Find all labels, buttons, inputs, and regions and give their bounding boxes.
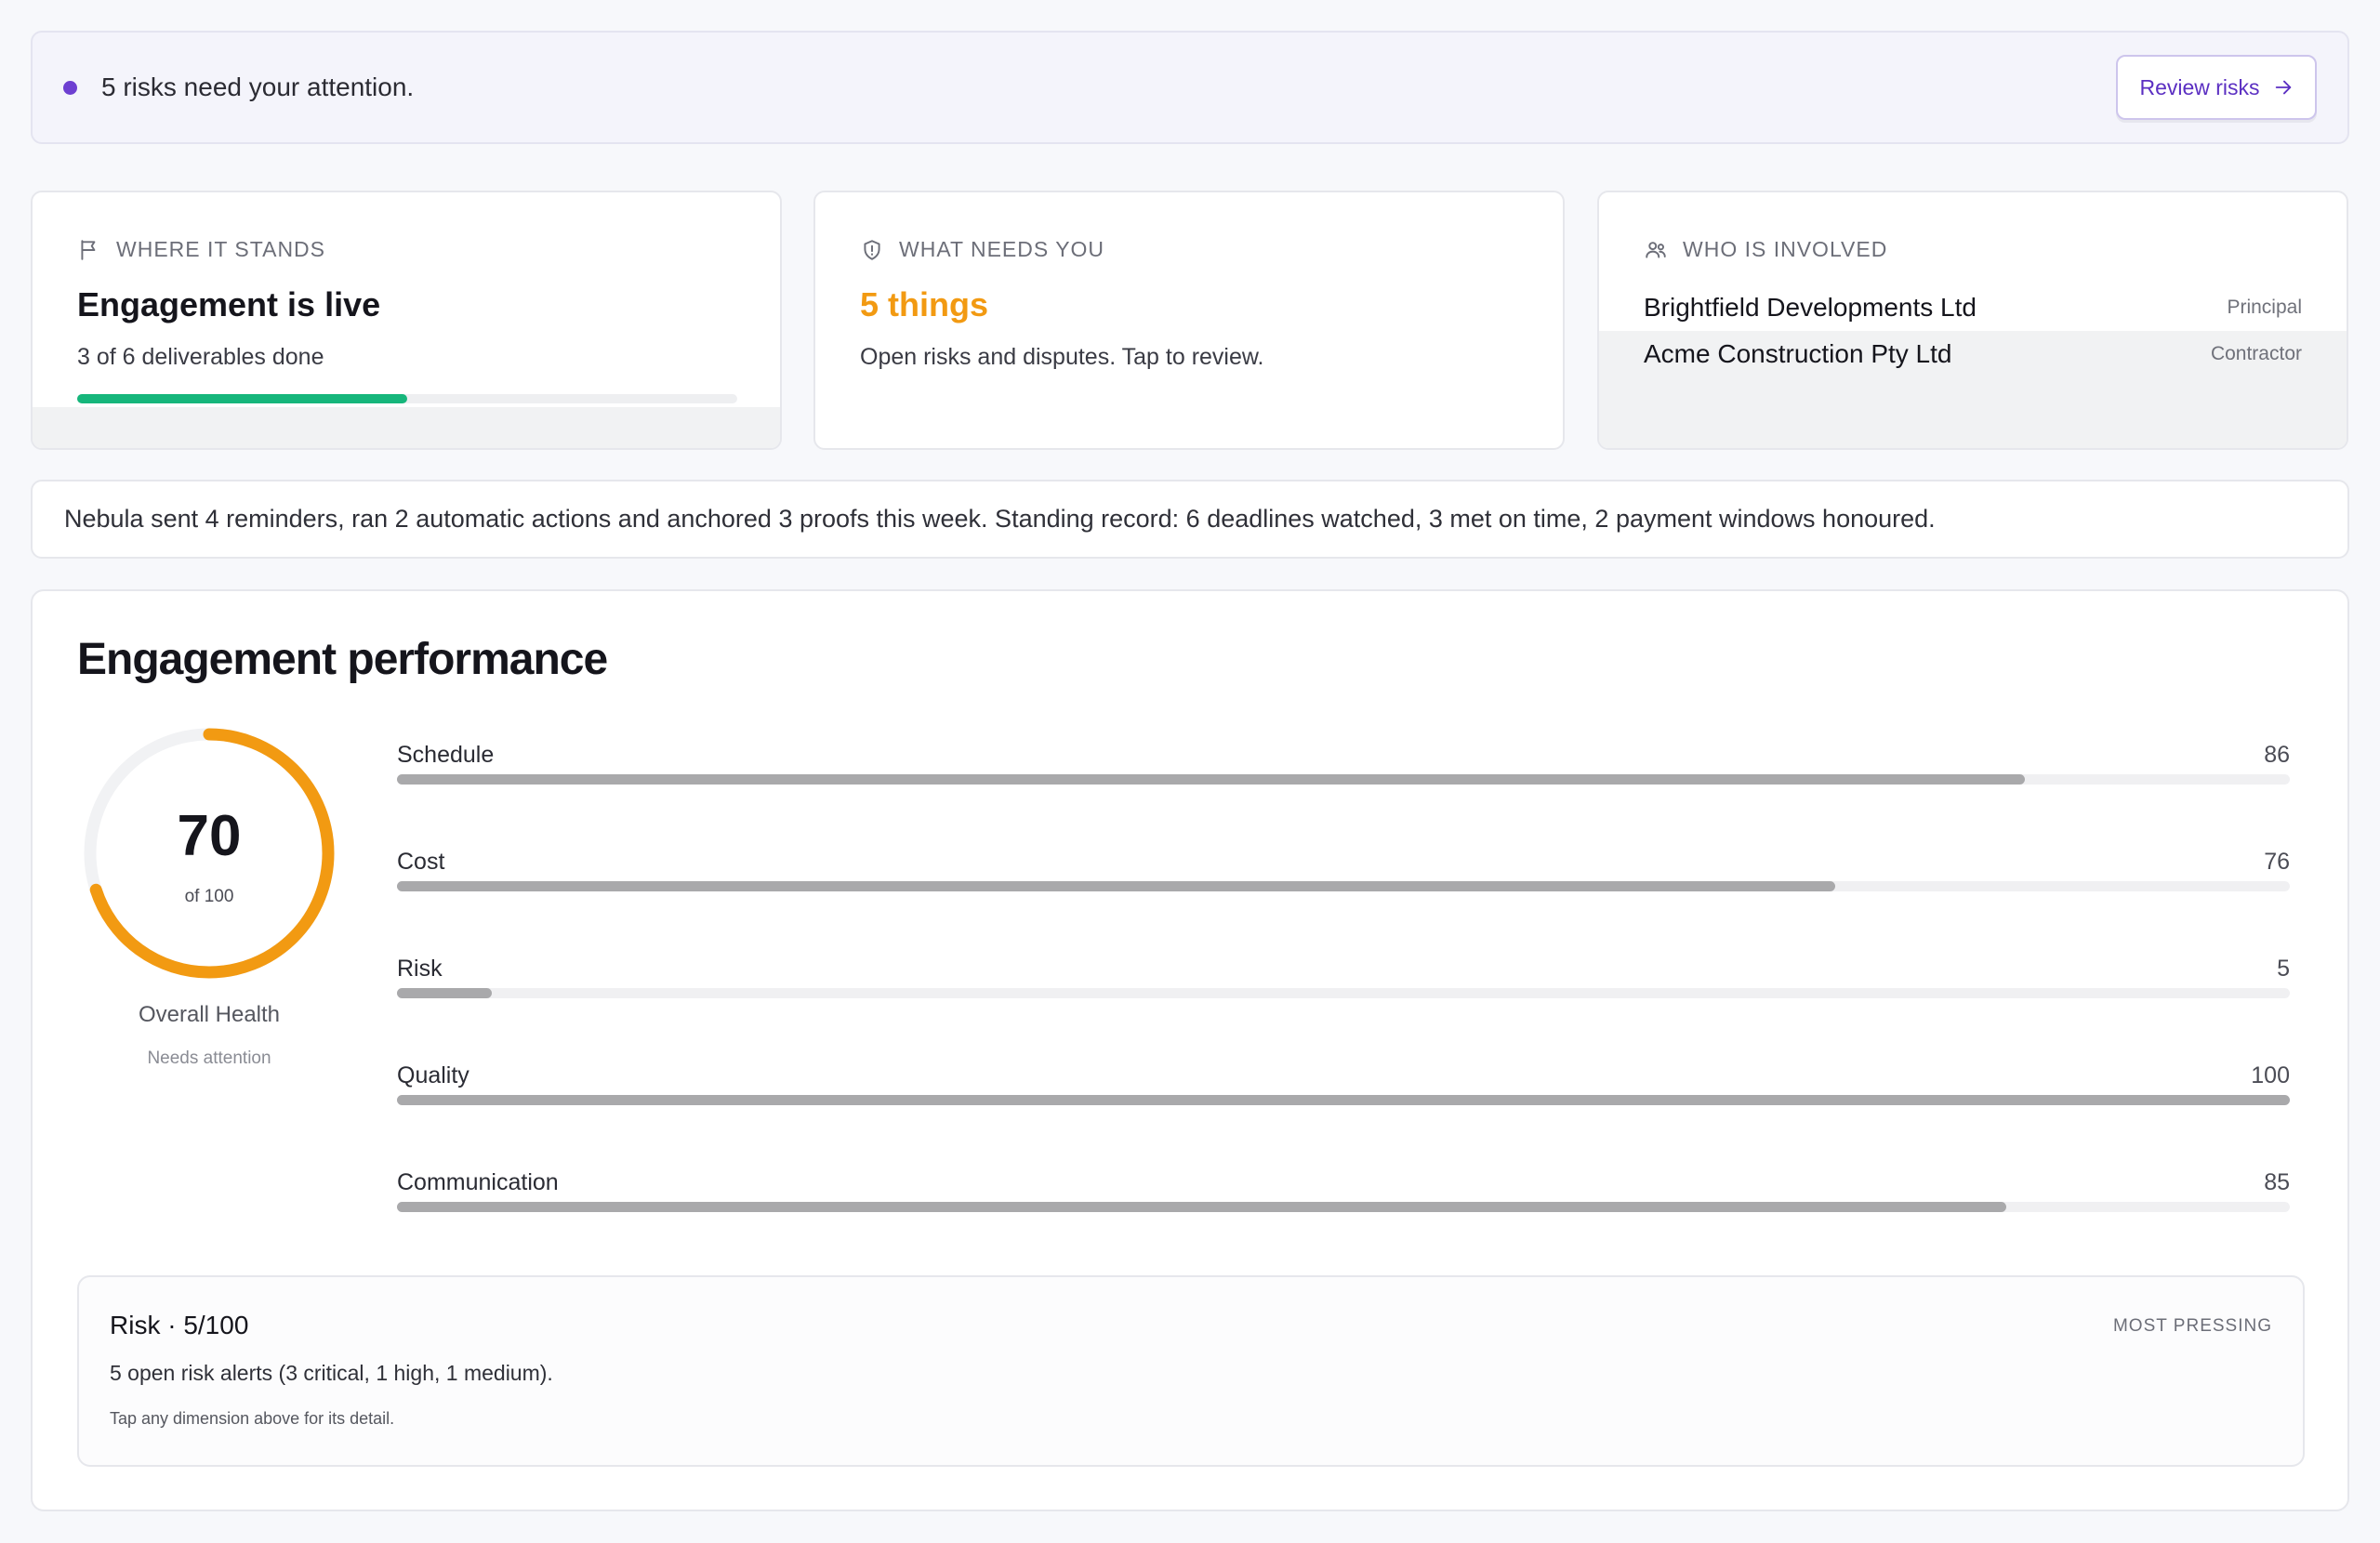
- dimension-label: Cost: [397, 849, 445, 875]
- alert-message: 5 risks need your attention.: [101, 73, 415, 101]
- alert-dot-icon: [63, 80, 77, 95]
- dimension-quality[interactable]: Quality 100: [397, 1062, 2290, 1169]
- review-risks-button[interactable]: Review risks: [2116, 55, 2317, 120]
- dimension-bar-fill: [397, 1202, 2006, 1212]
- party-row-contractor[interactable]: Acme Construction Pty Ltd Contractor: [1599, 331, 2347, 377]
- party-name: Brightfield Developments Ltd: [1644, 293, 1977, 322]
- where-it-stands-card[interactable]: WHERE IT STANDS Engagement is live 3 of …: [31, 191, 782, 450]
- who-is-involved-header: WHO IS INVOLVED: [1644, 237, 1887, 262]
- review-risks-label: Review risks: [2139, 74, 2260, 99]
- party-name: Acme Construction Pty Ltd: [1644, 339, 1952, 368]
- arrow-right-icon: [2275, 80, 2291, 95]
- dimension-score: 5: [2277, 956, 2290, 982]
- activity-summary: Nebula sent 4 reminders, ran 2 automatic…: [31, 480, 2349, 559]
- dashboard-page: 5 risks need your attention. Review risk…: [0, 0, 2380, 1543]
- dimension-bar-fill: [397, 774, 2025, 785]
- who-is-involved-card: WHO IS INVOLVED Brightfield Developments…: [1597, 191, 2348, 450]
- deliverables-progress: [77, 394, 737, 403]
- open-items-hint: Open risks and disputes. Tap to review.: [860, 344, 1264, 370]
- dimension-score: 76: [2264, 849, 2290, 875]
- party-row-principal[interactable]: Brightfield Developments Ltd Principal: [1599, 284, 2347, 331]
- who-is-involved-eyebrow: WHO IS INVOLVED: [1683, 237, 1888, 261]
- dimension-bar: [397, 1202, 2290, 1212]
- dimension-score: 100: [2251, 1062, 2290, 1088]
- dimension-cost[interactable]: Cost 76: [397, 849, 2290, 956]
- overall-score: 70: [177, 804, 242, 868]
- dimension-score: 86: [2264, 742, 2290, 768]
- engagement-status: Engagement is live: [77, 285, 381, 323]
- open-items-count: 5 things: [860, 285, 989, 323]
- dimension-schedule[interactable]: Schedule 86: [397, 742, 2290, 849]
- dimension-label: Communication: [397, 1169, 559, 1195]
- most-pressing-card[interactable]: Risk · 5/100 MOST PRESSING 5 open risk a…: [77, 1275, 2305, 1467]
- what-needs-you-header: WHAT NEEDS YOU: [860, 237, 1104, 262]
- dimension-bar-fill: [397, 881, 1836, 891]
- dimension-bar: [397, 774, 2290, 785]
- party-list: Brightfield Developments Ltd Principal A…: [1599, 284, 2347, 377]
- dimension-bar-fill: [397, 1095, 2290, 1105]
- dimension-bar: [397, 1095, 2290, 1105]
- what-needs-you-eyebrow: WHAT NEEDS YOU: [899, 237, 1105, 261]
- dimension-bar-fill: [397, 988, 492, 998]
- card-footer: [1599, 377, 2347, 448]
- where-it-stands-eyebrow: WHERE IT STANDS: [116, 237, 325, 261]
- dimension-list: Schedule 86 Cost 76 Risk 5 Quality 100 C…: [397, 742, 2290, 1276]
- dimension-bar: [397, 881, 2290, 891]
- overall-score-max: of 100: [184, 887, 234, 906]
- shield-icon: [864, 239, 880, 260]
- deliverables-progress-fill: [77, 394, 407, 403]
- dimension-score: 85: [2264, 1169, 2290, 1195]
- dimension-communication[interactable]: Communication 85: [397, 1169, 2290, 1276]
- dimension-label: Schedule: [397, 742, 495, 768]
- pressing-description: 5 open risk alerts (3 critical, 1 high, …: [110, 1361, 553, 1385]
- risk-alert-banner: 5 risks need your attention. Review risk…: [31, 31, 2349, 144]
- what-needs-you-card[interactable]: WHAT NEEDS YOU 5 things Open risks and d…: [813, 191, 1565, 450]
- users-icon: [1646, 241, 1666, 258]
- card-footer: [33, 407, 780, 448]
- dimension-label: Risk: [397, 956, 443, 982]
- party-role: Contractor: [2210, 343, 2302, 364]
- dimension-risk[interactable]: Risk 5: [397, 956, 2290, 1062]
- deliverables-count: 3 of 6 deliverables done: [77, 344, 324, 370]
- performance-title: Engagement performance: [77, 635, 608, 684]
- flag-icon: [81, 239, 96, 260]
- overall-health-gauge: 70 of 100: [77, 721, 341, 985]
- party-role: Principal: [2227, 297, 2302, 318]
- where-it-stands-header: WHERE IT STANDS: [77, 237, 325, 262]
- engagement-performance-panel: Engagement performance 70 of 100 Overall…: [31, 589, 2349, 1511]
- pressing-tag: MOST PRESSING: [2112, 1316, 2272, 1336]
- overall-health-label: Overall Health: [138, 1002, 281, 1027]
- pressing-title: Risk · 5/100: [110, 1311, 249, 1339]
- dimension-bar: [397, 988, 2290, 998]
- dimension-label: Quality: [397, 1062, 469, 1088]
- pressing-hint: Tap any dimension above for its detail.: [110, 1409, 395, 1428]
- overall-health-status: Needs attention: [147, 1048, 271, 1068]
